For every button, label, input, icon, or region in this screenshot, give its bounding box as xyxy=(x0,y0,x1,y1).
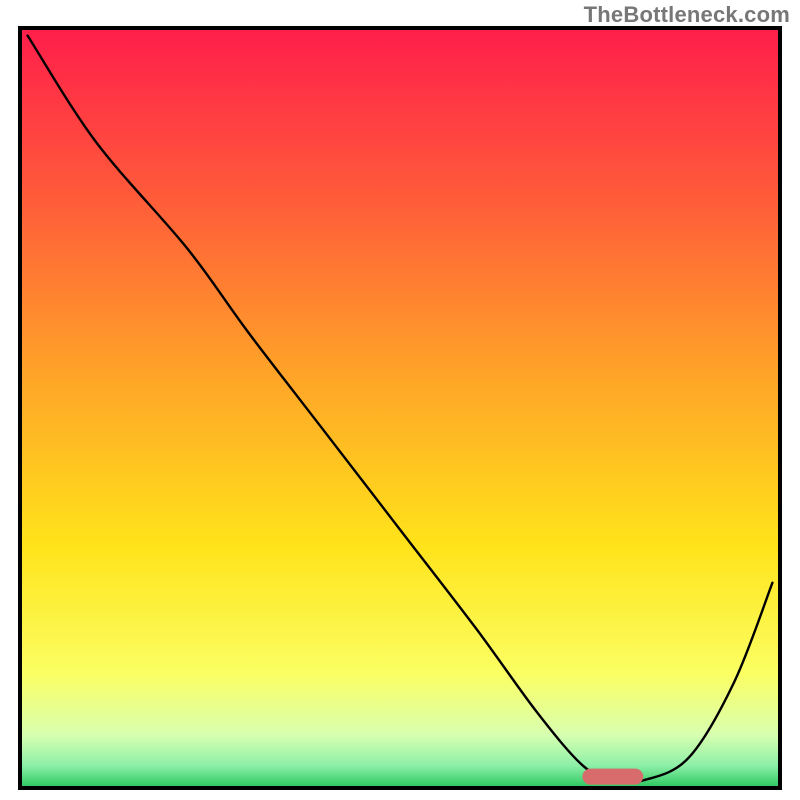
gradient-background xyxy=(20,28,780,788)
bottleneck-chart xyxy=(0,0,800,800)
chart-stage: TheBottleneck.com xyxy=(0,0,800,800)
optimal-range-marker xyxy=(582,769,643,785)
watermark-text: TheBottleneck.com xyxy=(584,2,790,28)
